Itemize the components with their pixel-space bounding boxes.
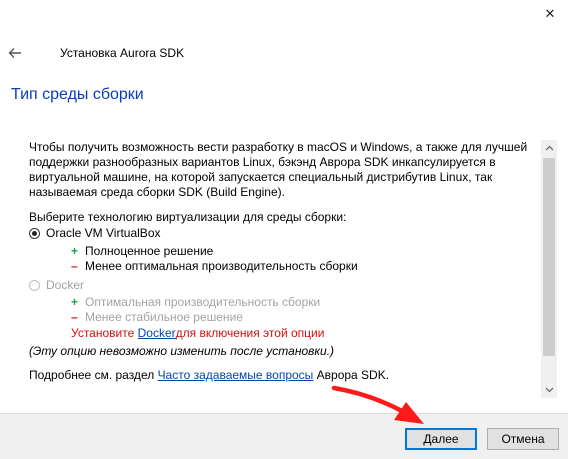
docker-con: – Менее стабильное решение xyxy=(71,310,243,324)
radio-docker xyxy=(29,279,40,291)
cancel-button[interactable]: Отмена xyxy=(487,428,559,450)
faq-link[interactable]: Часто задаваемые вопросы xyxy=(158,368,314,382)
more-info: Подробнее см. раздел Часто задаваемые во… xyxy=(29,368,390,382)
choose-label: Выберите технологию виртуализации для ср… xyxy=(29,210,347,224)
back-arrow-icon[interactable] xyxy=(6,44,24,62)
scroll-thumb[interactable] xyxy=(543,158,555,356)
virtualbox-pro: + Полноценное решение xyxy=(71,244,214,258)
virtualbox-con: – Менее оптимальная производительность с… xyxy=(71,259,358,273)
docker-link[interactable]: Docker xyxy=(138,326,176,340)
next-button[interactable]: Далее xyxy=(405,428,477,450)
chevron-down-icon xyxy=(545,387,553,393)
title-bar: ✕ xyxy=(0,0,568,30)
option-virtualbox[interactable]: Oracle VM VirtualBox xyxy=(29,226,161,240)
option-docker-label: Docker xyxy=(46,278,85,292)
footer-bar: Далее Отмена xyxy=(0,413,568,459)
minus-icon: – xyxy=(71,310,78,324)
scroll-down-button[interactable] xyxy=(541,382,557,398)
option-virtualbox-label: Oracle VM VirtualBox xyxy=(46,226,161,240)
header-row: Установка Aurora SDK xyxy=(0,38,568,68)
docker-pro: + Оптимальная производительность сборки xyxy=(71,295,321,309)
close-button[interactable]: ✕ xyxy=(538,4,562,24)
minus-icon: – xyxy=(71,259,78,273)
page-heading: Тип среды сборки xyxy=(11,86,144,103)
plus-icon: + xyxy=(71,244,79,258)
plus-icon: + xyxy=(71,295,79,309)
chevron-up-icon xyxy=(545,145,553,151)
content-area: Чтобы получить возможность вести разрабо… xyxy=(18,126,538,398)
window-title: Установка Aurora SDK xyxy=(60,46,185,60)
close-icon: ✕ xyxy=(544,6,556,21)
intro-text: Чтобы получить возможность вести разрабо… xyxy=(29,140,528,199)
radio-virtualbox[interactable] xyxy=(29,227,40,239)
option-docker: Docker xyxy=(29,278,84,292)
vertical-scrollbar[interactable] xyxy=(541,140,557,398)
docker-warning: Установите Dockerдля включения этой опци… xyxy=(71,326,325,340)
note-text: (Эту опцию невозможно изменить после уст… xyxy=(29,344,335,358)
scroll-up-button[interactable] xyxy=(541,140,557,156)
